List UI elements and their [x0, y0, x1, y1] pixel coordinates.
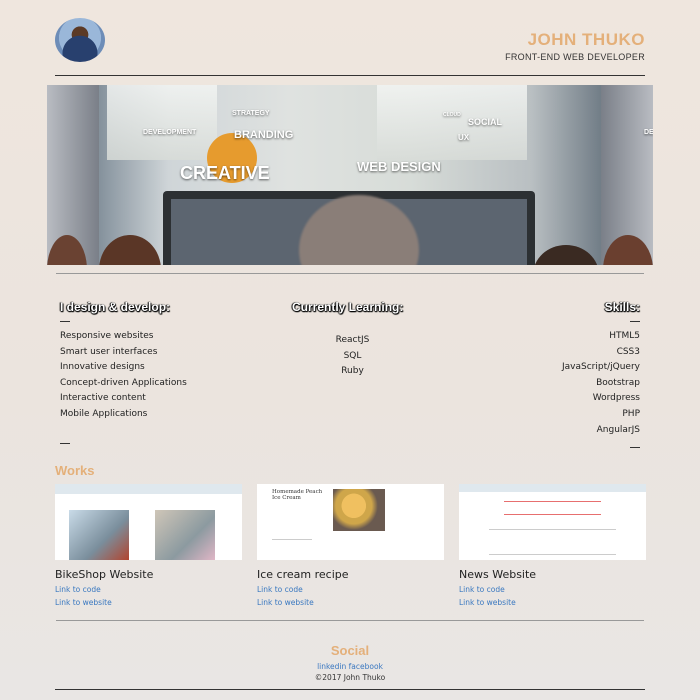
- list-item: Concept-driven Applications: [60, 377, 187, 388]
- banner-person: [99, 235, 161, 265]
- work-thumbnail[interactable]: [55, 484, 242, 560]
- divider: [630, 447, 640, 448]
- list-item: PHP: [622, 408, 640, 419]
- list-item: JavaScript/jQuery: [562, 362, 640, 373]
- banner-tag: UX: [458, 133, 470, 142]
- banner-tag: DEVELOPMENT: [143, 129, 197, 136]
- list-item: Ruby: [341, 366, 364, 377]
- link-to-code[interactable]: Link to code: [55, 585, 101, 594]
- banner-window: [107, 85, 217, 160]
- banner-window: [377, 85, 527, 160]
- skills-list: HTML5 CSS3 JavaScript/jQuery Bootstrap W…: [562, 329, 640, 438]
- list-item: Wordpress: [592, 393, 640, 404]
- work-card: BikeShop Website Link to code Link to we…: [55, 484, 242, 607]
- banner-tag: SOCIAL: [468, 117, 503, 127]
- link-to-website[interactable]: Link to website: [257, 598, 314, 607]
- banner-divider: [56, 273, 644, 274]
- list-item: Innovative designs: [60, 362, 145, 373]
- banner-person: [533, 245, 599, 265]
- banner-tag: WEB DESIGN: [357, 159, 441, 174]
- link-to-website[interactable]: Link to website: [459, 598, 516, 607]
- list-item: ReactJS: [335, 335, 370, 345]
- copyright: ©2017 John Thuko: [314, 673, 386, 682]
- design-list: Responsive websites Smart user interface…: [60, 329, 187, 423]
- header-divider: [55, 75, 645, 76]
- work-title: News Website: [459, 568, 537, 581]
- work-card: Homemade Peach Ice Cream Ice cream recip…: [257, 484, 444, 607]
- banner-tag: STRATEGY: [232, 110, 270, 117]
- skills-heading: Skills:: [604, 300, 640, 314]
- list-item: CSS3: [616, 346, 640, 357]
- learning-heading: Currently Learning:: [292, 300, 404, 314]
- work-title: Ice cream recipe: [257, 568, 349, 581]
- work-title: BikeShop Website: [55, 568, 154, 581]
- banner-tag: DE: [644, 129, 653, 136]
- works-heading: Works: [55, 463, 95, 478]
- avatar: [55, 18, 105, 62]
- link-to-code[interactable]: Link to code: [257, 585, 303, 594]
- banner-tag: BRANDING: [234, 129, 294, 141]
- page-title: JOHN THUKO: [527, 30, 645, 49]
- link-to-website[interactable]: Link to website: [55, 598, 112, 607]
- list-item: HTML5: [609, 331, 640, 341]
- banner-tag: CREATIVE: [180, 163, 270, 183]
- work-thumbnail[interactable]: Homemade Peach Ice Cream: [257, 484, 444, 560]
- subtitle: FRONT-END WEB DEVELOPER: [505, 52, 645, 62]
- social-links[interactable]: linkedin facebook: [0, 662, 700, 671]
- list-item: Interactive content: [60, 393, 146, 404]
- hero-banner: DEVELOPMENT STRATEGY BRANDING CREATIVE W…: [47, 85, 653, 265]
- list-item: AngularJS: [596, 424, 640, 435]
- learning-list: ReactJS SQL Ruby: [300, 333, 405, 380]
- banner-tag: CLOUD: [443, 112, 461, 118]
- design-heading: I design & develop:: [60, 300, 171, 314]
- divider: [630, 321, 640, 322]
- link-to-code[interactable]: Link to code: [459, 585, 505, 594]
- divider: [60, 321, 70, 322]
- divider: [60, 443, 70, 444]
- list-item: SQL: [343, 350, 362, 361]
- list-item: Responsive websites: [60, 331, 154, 341]
- list-item: Smart user interfaces: [60, 346, 158, 357]
- list-item: Bootstrap: [596, 377, 640, 388]
- social-heading: Social: [330, 643, 370, 658]
- work-card: News Website Link to code Link to websit…: [459, 484, 646, 607]
- footer-divider: [55, 689, 645, 690]
- work-thumbnail[interactable]: [459, 484, 646, 560]
- works-divider: [56, 620, 644, 621]
- list-item: Mobile Applications: [60, 408, 148, 419]
